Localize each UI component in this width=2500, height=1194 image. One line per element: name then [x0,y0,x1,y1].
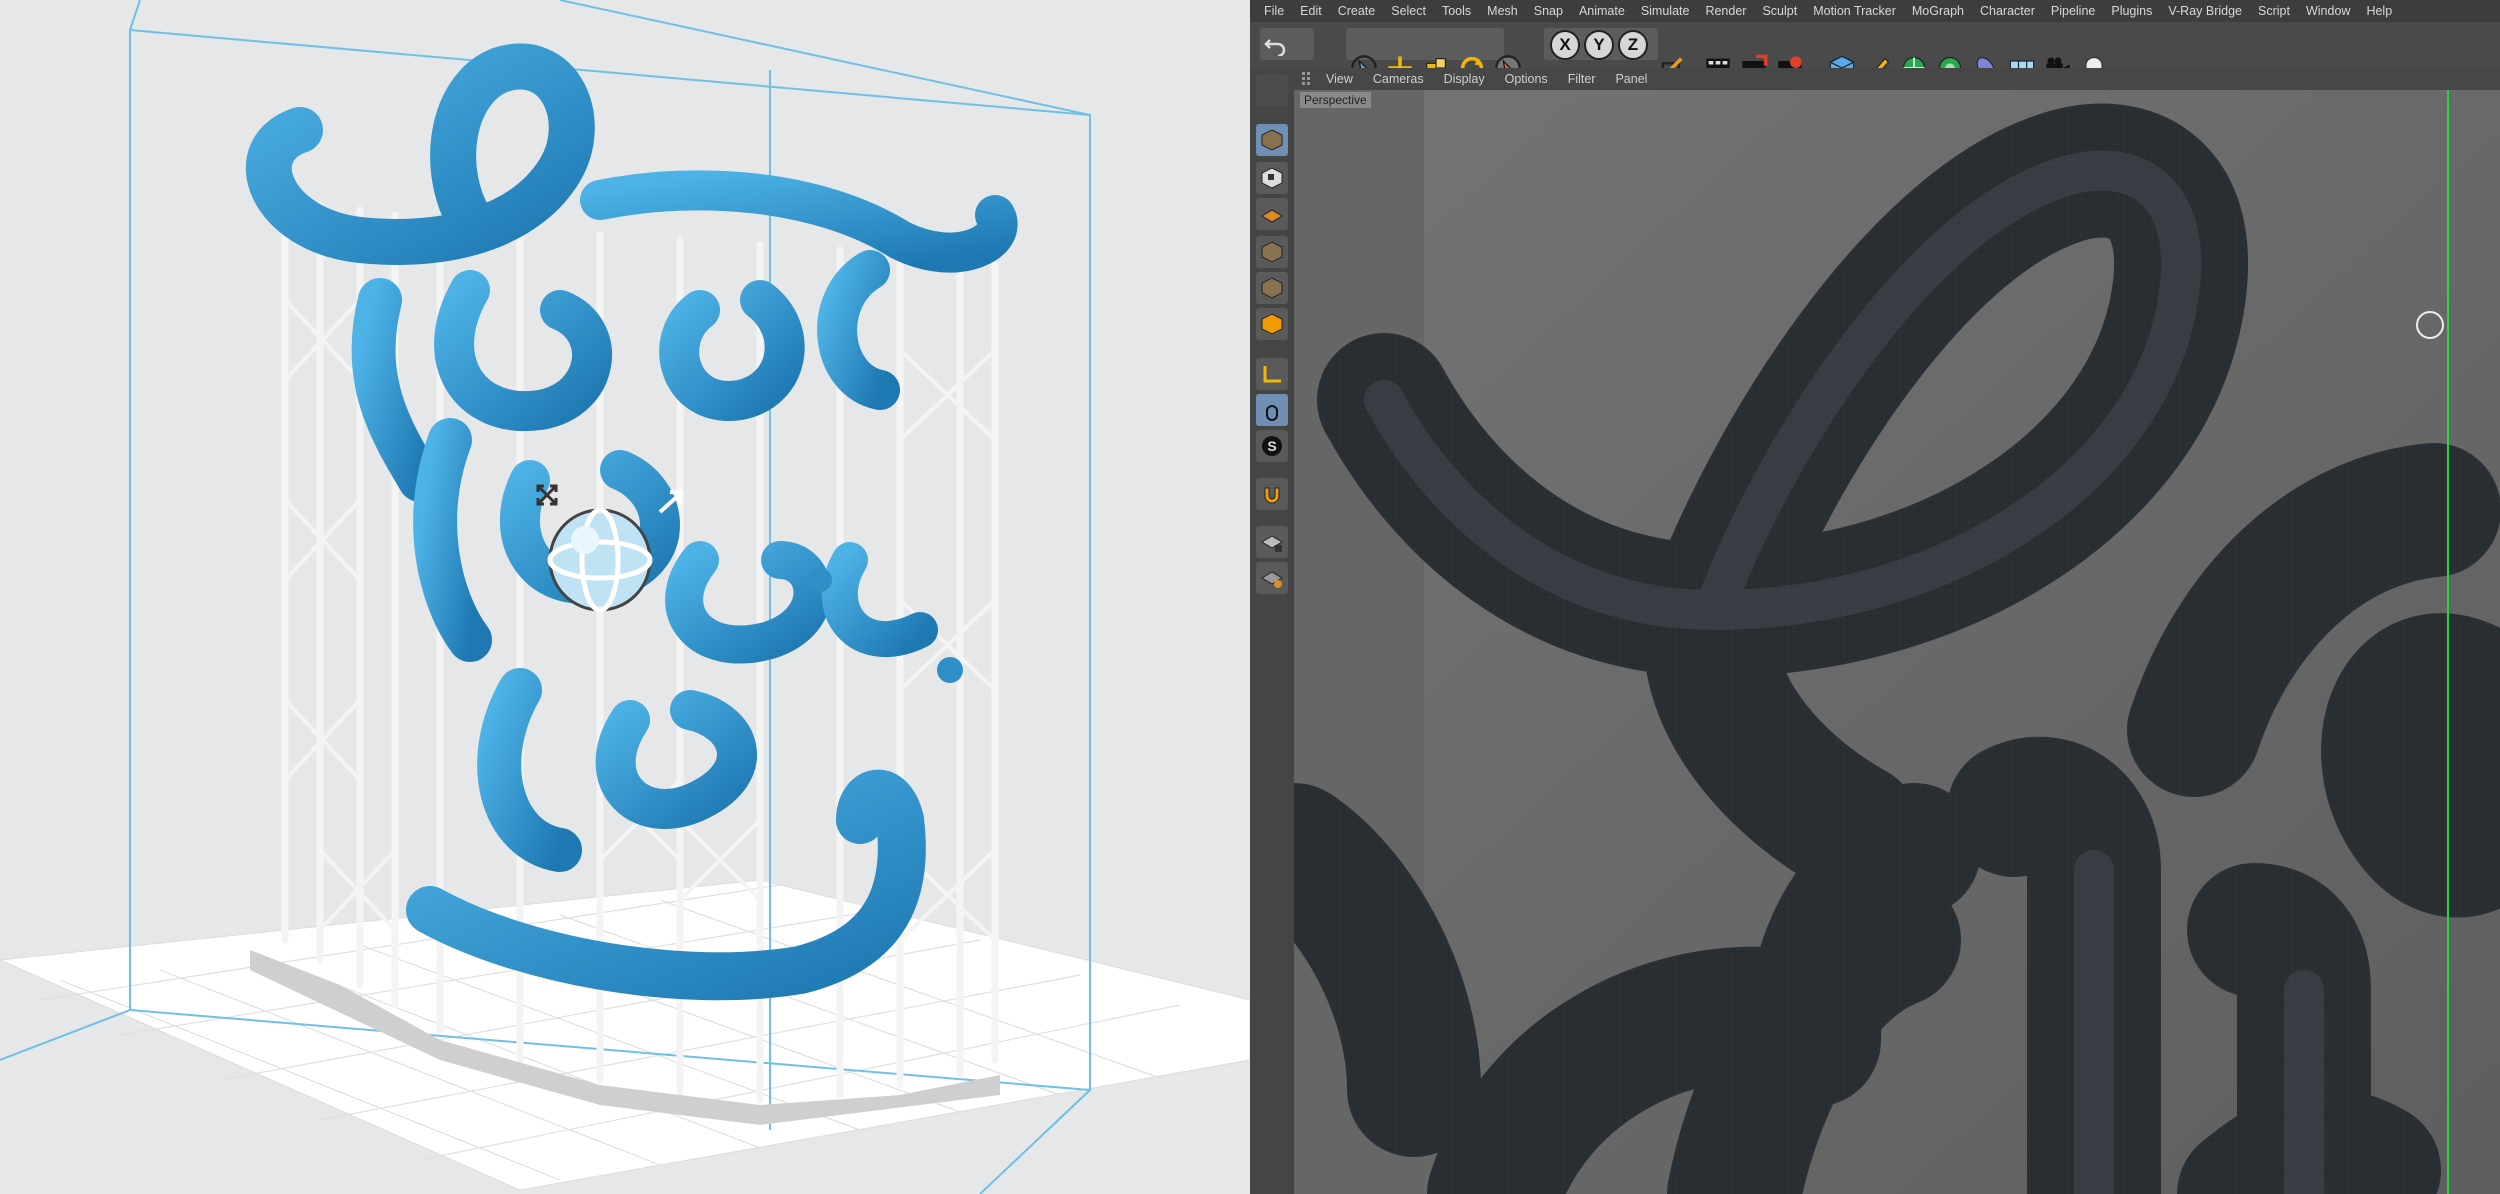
menu-item-tools[interactable]: Tools [1434,4,1479,18]
menu-item-window[interactable]: Window [2298,4,2358,18]
menu-item-select[interactable]: Select [1383,4,1434,18]
menu-item-v-ray-bridge[interactable]: V-Ray Bridge [2160,4,2250,18]
transform-gizmo[interactable] [547,507,653,613]
viewport-menu-view[interactable]: View [1316,72,1363,86]
make-editable-icon[interactable] [1256,74,1288,106]
undo-redo-group [1260,28,1314,60]
viewport-grip-icon[interactable] [1302,72,1316,86]
workplane-icon[interactable] [1256,198,1288,230]
menu-bar: File Edit Create Select Tools Mesh Snap Animate… [1250,0,2500,22]
menu-item-pipeline[interactable]: Pipeline [2043,4,2103,18]
solo-icon[interactable]: S [1256,430,1288,462]
menu-item-motion-tracker[interactable]: Motion Tracker [1805,4,1904,18]
menu-item-edit[interactable]: Edit [1292,4,1330,18]
left-tool-palette: S [1250,68,1295,1194]
menu-item-simulate[interactable]: Simulate [1633,4,1698,18]
edges-mode-icon[interactable] [1256,272,1288,304]
y-axis-icon[interactable]: Y [1584,30,1614,60]
viewport-menu-filter[interactable]: Filter [1558,72,1606,86]
points-mode-icon[interactable] [1256,236,1288,268]
viewport-menu-panel[interactable]: Panel [1605,72,1657,86]
texture-mode-icon[interactable] [1256,162,1288,194]
viewport-menu-display[interactable]: Display [1434,72,1495,86]
model-mode-icon[interactable] [1256,124,1288,156]
menu-item-help[interactable]: Help [2358,4,2400,18]
menu-item-script[interactable]: Script [2250,4,2298,18]
tweak-icon[interactable] [1256,394,1288,426]
build-plate [0,879,1250,1191]
menu-item-file[interactable]: File [1250,4,1292,18]
menu-item-create[interactable]: Create [1330,4,1384,18]
snap-icon[interactable] [1256,478,1288,510]
axis-icon[interactable] [1256,358,1288,390]
viewport-menu-cameras[interactable]: Cameras [1363,72,1434,86]
svg-text:S: S [1267,438,1276,454]
print-preview-panel[interactable] [0,0,1250,1194]
menu-item-animate[interactable]: Animate [1571,4,1633,18]
print-preview-canvas[interactable] [0,0,1250,1194]
workplane-grid-icon[interactable] [1256,562,1288,594]
z-axis-icon[interactable]: Z [1618,30,1648,60]
perspective-viewport[interactable] [1294,90,2500,1194]
viewport-camera-label: Perspective [1300,92,1371,108]
menu-item-mesh[interactable]: Mesh [1479,4,1526,18]
menu-item-plugins[interactable]: Plugins [2103,4,2160,18]
menu-item-sculpt[interactable]: Sculpt [1754,4,1805,18]
viewport-menu-options[interactable]: Options [1495,72,1558,86]
menu-item-mograph[interactable]: MoGraph [1904,4,1972,18]
viewport-menu-bar: View Cameras Display Options Filter Panel [1294,68,2500,90]
menu-item-snap[interactable]: Snap [1526,4,1571,18]
menu-item-render[interactable]: Render [1697,4,1754,18]
lock-workplane-icon[interactable] [1256,526,1288,558]
polygons-mode-icon[interactable] [1256,308,1288,340]
menu-item-character[interactable]: Character [1972,4,2043,18]
viewport-canvas[interactable] [1294,90,2500,1194]
main-toolbar: X Y Z [1250,22,2500,81]
x-axis-icon[interactable]: X [1550,30,1580,60]
undo-icon[interactable] [1264,32,1288,56]
modeling-app-window: File Edit Create Select Tools Mesh Snap Animate… [1250,0,2500,1194]
